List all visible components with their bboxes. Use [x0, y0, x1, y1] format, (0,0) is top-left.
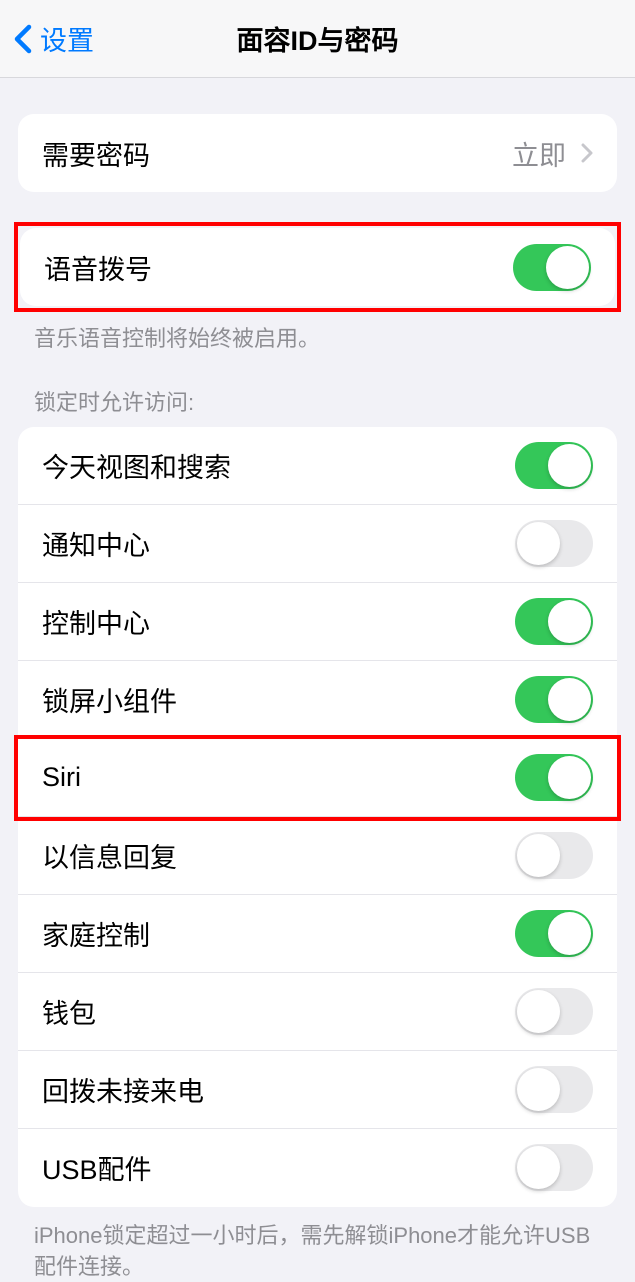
require-passcode-value: 立即 — [512, 134, 593, 173]
toggle-knob — [517, 522, 560, 565]
toggle-knob — [548, 444, 591, 487]
lock-item-label: 通知中心 — [42, 524, 150, 563]
lock-section-header: 锁定时允许访问: — [0, 355, 635, 427]
lock-item-row: 通知中心 — [18, 505, 617, 583]
toggle-knob — [548, 912, 591, 955]
chevron-left-icon — [14, 24, 32, 54]
lock-item-row: Siri — [18, 739, 617, 817]
lock-item-row: 今天视图和搜索 — [18, 427, 617, 505]
require-passcode-label: 需要密码 — [42, 134, 150, 173]
lock-item-label: 回拨未接来电 — [42, 1070, 204, 1109]
usb-footer: iPhone锁定超过一小时后，需先解锁iPhone才能允许USB配件连接。 — [0, 1207, 635, 1282]
lock-access-group: 今天视图和搜索通知中心控制中心锁屏小组件 Siri 以信息回复家庭控制钱包回拨未接来… — [18, 427, 617, 1207]
lock-item-row: 以信息回复 — [18, 817, 617, 895]
toggle-knob — [548, 600, 591, 643]
lock-item-toggle[interactable] — [515, 520, 593, 567]
toggle-knob — [548, 678, 591, 721]
lock-item-row: 钱包 — [18, 973, 617, 1051]
voice-dial-label: 语音拨号 — [44, 248, 152, 287]
page-title: 面容ID与密码 — [237, 19, 399, 58]
voice-dial-footer: 音乐语音控制将始终被启用。 — [0, 312, 635, 355]
lock-item-row: 家庭控制 — [18, 895, 617, 973]
lock-item-toggle[interactable] — [515, 910, 593, 957]
lock-item-label: 家庭控制 — [42, 914, 150, 953]
toggle-knob — [517, 990, 560, 1033]
voice-dial-toggle[interactable] — [513, 244, 591, 291]
lock-item-toggle[interactable] — [515, 442, 593, 489]
require-passcode-group: 需要密码 立即 — [18, 114, 617, 192]
lock-item-label: USB配件 — [42, 1148, 152, 1187]
chevron-right-icon — [581, 143, 593, 163]
require-passcode-row[interactable]: 需要密码 立即 — [18, 114, 617, 192]
lock-item-toggle[interactable] — [515, 598, 593, 645]
voice-dial-row: 语音拨号 — [20, 228, 615, 306]
lock-item-toggle[interactable] — [515, 676, 593, 723]
voice-dial-highlight: 语音拨号 — [14, 222, 621, 312]
lock-item-label: 今天视图和搜索 — [42, 446, 231, 485]
lock-item-toggle[interactable] — [515, 988, 593, 1035]
lock-item-row: 锁屏小组件 — [18, 661, 617, 739]
lock-item-toggle[interactable] — [515, 832, 593, 879]
back-button[interactable]: 设置 — [0, 19, 94, 58]
toggle-knob — [517, 834, 560, 877]
lock-item-label: 锁屏小组件 — [42, 680, 177, 719]
header-bar: 设置 面容ID与密码 — [0, 0, 635, 78]
lock-item-label: 钱包 — [42, 992, 96, 1031]
lock-item-row: 控制中心 — [18, 583, 617, 661]
lock-item-row: 回拨未接来电 — [18, 1051, 617, 1129]
lock-item-toggle[interactable] — [515, 754, 593, 801]
lock-item-label: Siri — [42, 762, 81, 793]
toggle-knob — [517, 1146, 560, 1189]
lock-item-row: USB配件 — [18, 1129, 617, 1207]
lock-item-toggle[interactable] — [515, 1066, 593, 1113]
back-label: 设置 — [40, 19, 94, 58]
toggle-knob — [548, 756, 591, 799]
lock-item-toggle[interactable] — [515, 1144, 593, 1191]
toggle-knob — [517, 1068, 560, 1111]
toggle-knob — [546, 246, 589, 289]
lock-item-label: 以信息回复 — [42, 836, 177, 875]
lock-item-label: 控制中心 — [42, 602, 150, 641]
